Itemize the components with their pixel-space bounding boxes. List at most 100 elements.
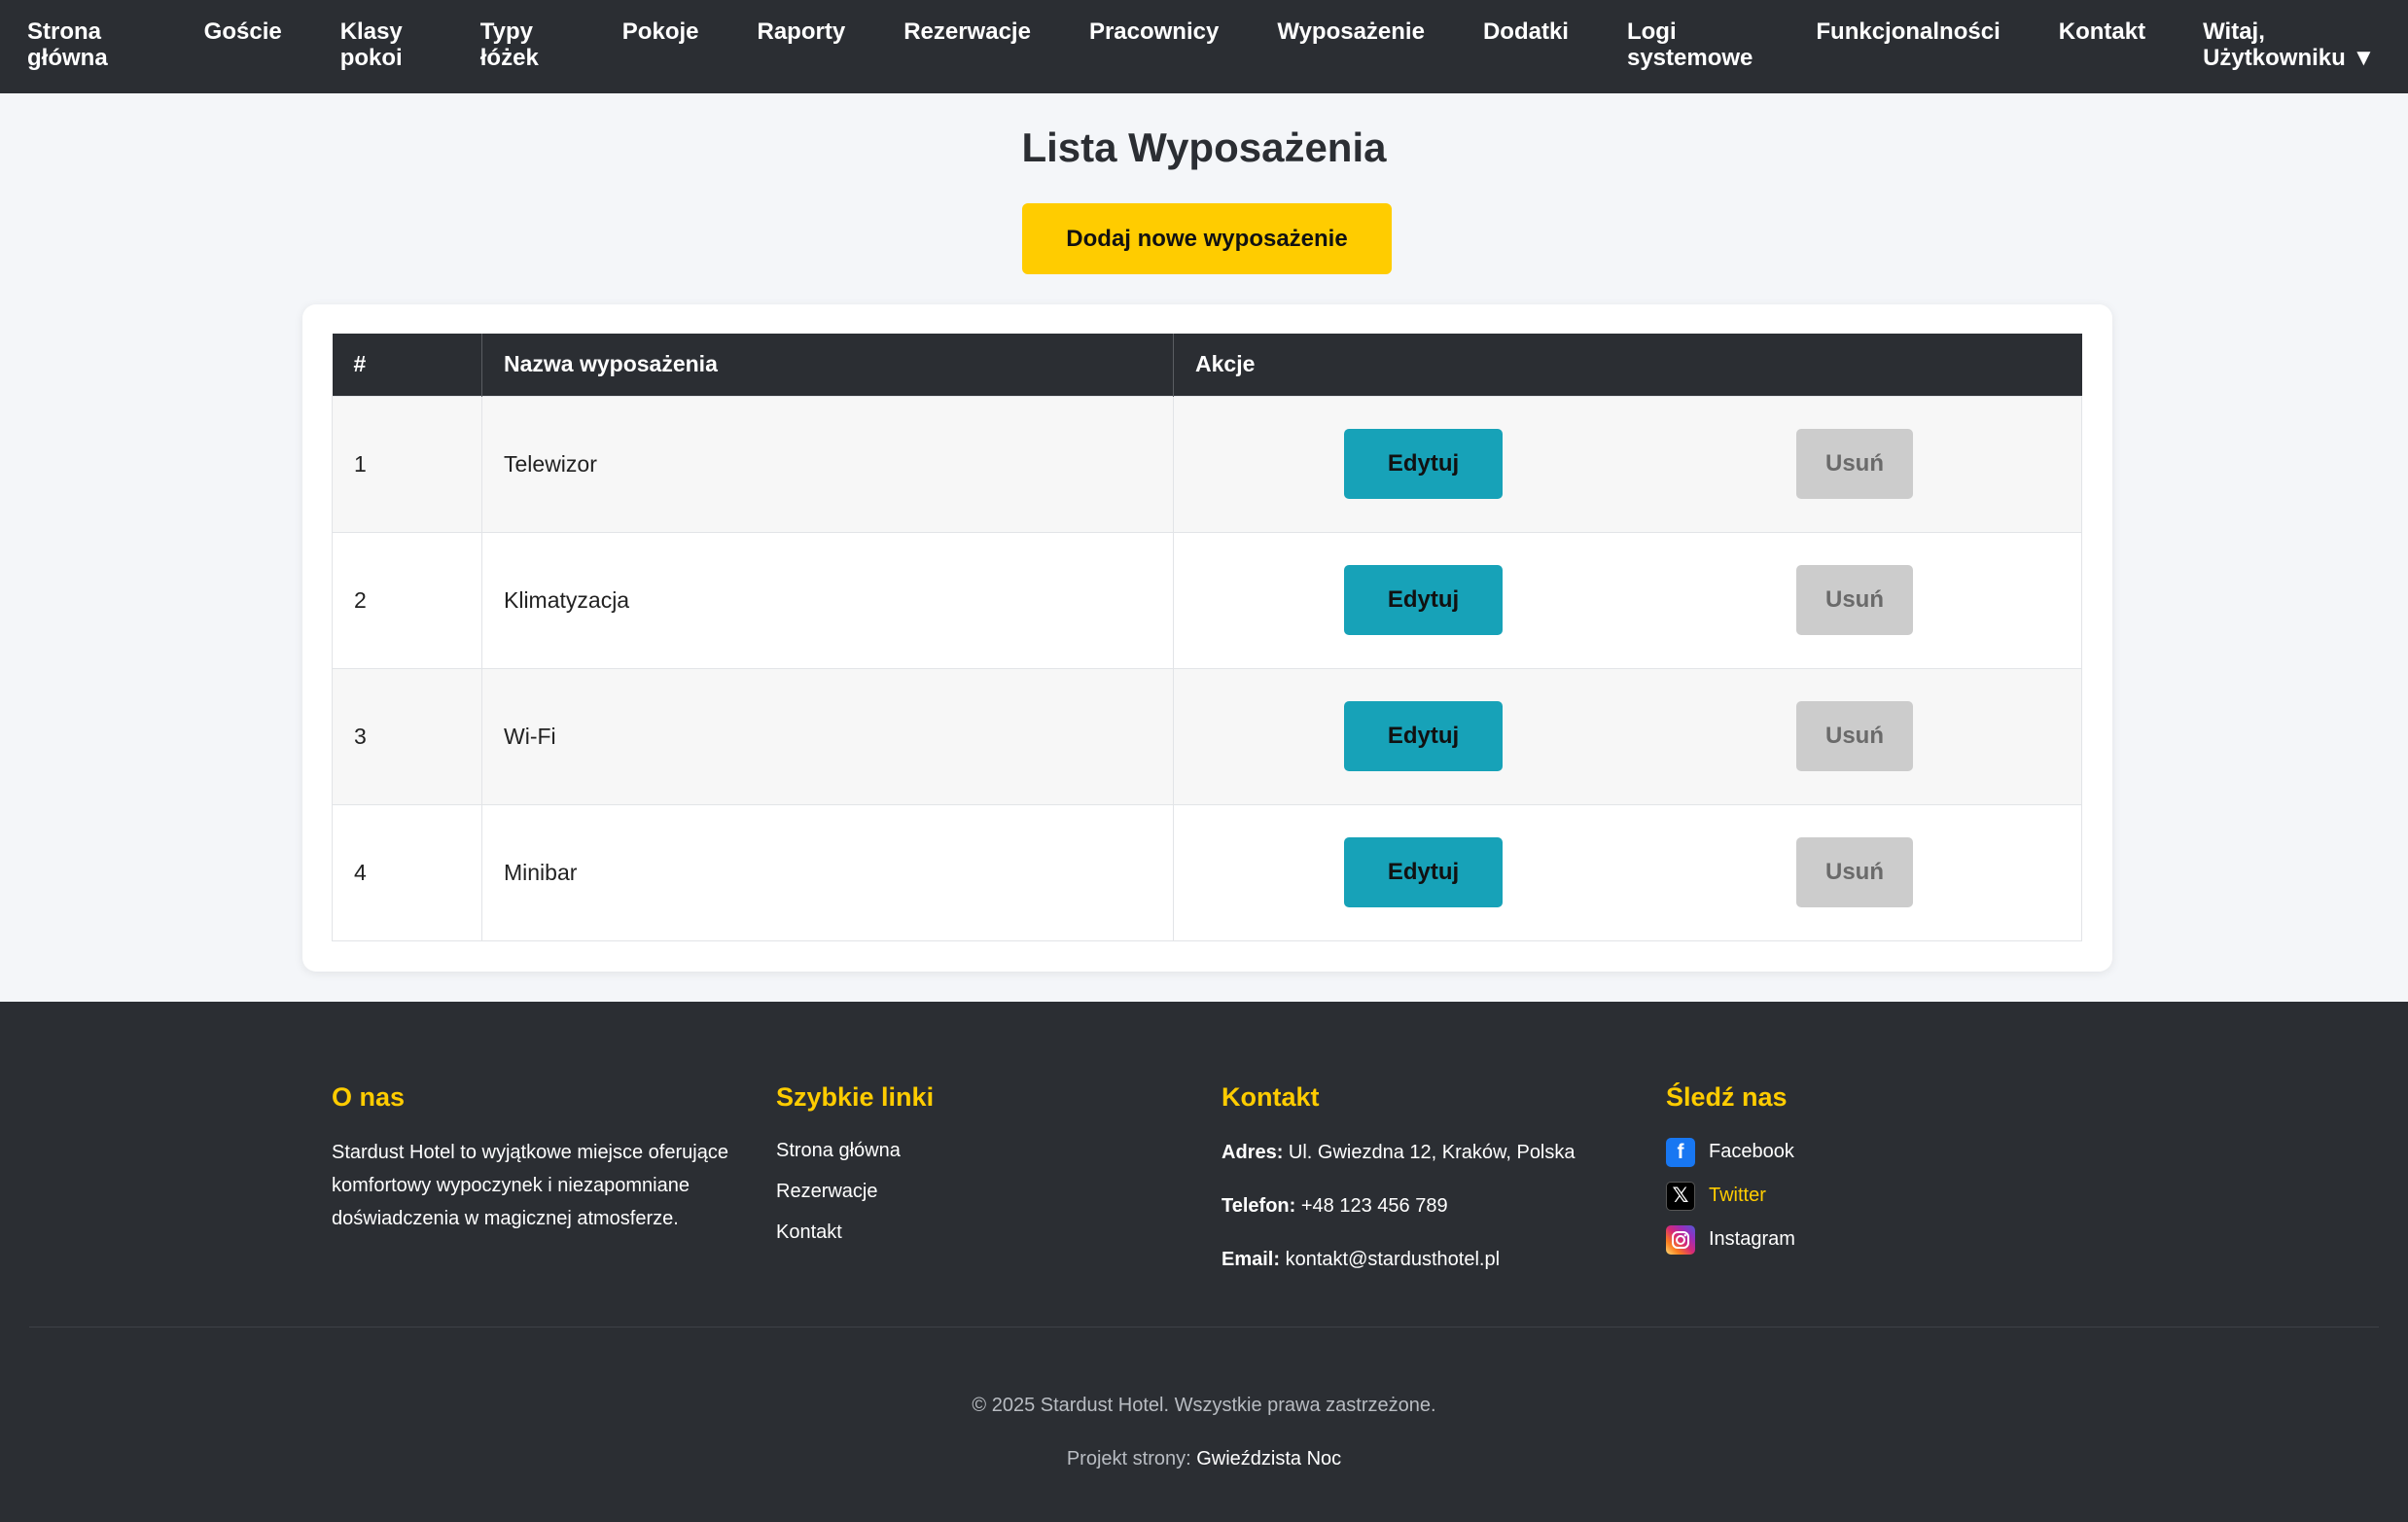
nav-link-system-logs[interactable]: Logi systemowe <box>1627 18 1753 71</box>
equipment-name: Klimatyzacja <box>481 531 1174 669</box>
nav-link-label: Raporty <box>757 18 846 45</box>
instagram-icon <box>1666 1224 1695 1255</box>
equipment-name: Telewizor <box>481 395 1174 533</box>
social-link-twitter[interactable]: 𝕏 Twitter <box>1666 1174 1795 1218</box>
design-credit-label: Projekt strony: <box>1066 1448 1191 1469</box>
social-links: f Facebook 𝕏 Twitter Instagram <box>1666 1130 1795 1261</box>
quick-links-list: Strona główna Rezerwacje Kontakt <box>776 1130 934 1253</box>
nav-link-label: Wyposażenie <box>1277 18 1425 45</box>
footer-copyright: © 2025 Stardust Hotel. Wszystkie prawa z… <box>972 1395 1436 1416</box>
footer-contact: Kontakt Adres: Ul. Gwiezdna 12, Kraków, … <box>1222 1081 1576 1287</box>
contact-email-label: Email: <box>1222 1249 1281 1271</box>
row-actions: Edytuj Usuń <box>1173 531 2082 669</box>
table-header-row: # Nazwa wyposażenia Akcje <box>332 334 2082 396</box>
x-twitter-icon: 𝕏 <box>1666 1181 1695 1211</box>
table-row: 2 Klimatyzacja Edytuj Usuń <box>332 531 2082 669</box>
nav-link-home[interactable]: Strona główna <box>27 18 108 71</box>
delete-button[interactable]: Usuń <box>1796 429 1913 499</box>
nav-link-features[interactable]: Funkcjonalności <box>1816 18 2000 45</box>
table-row: 3 Wi-Fi Edytuj Usuń <box>332 667 2082 805</box>
edit-button[interactable]: Edytuj <box>1344 565 1503 635</box>
row-actions: Edytuj Usuń <box>1173 667 2082 805</box>
contact-details: Adres: Ul. Gwiezdna 12, Kraków, Polska T… <box>1222 1126 1576 1287</box>
contact-address: Adres: Ul. Gwiezdna 12, Kraków, Polska <box>1222 1126 1576 1180</box>
page-title: Lista Wyposażenia <box>1021 124 1387 170</box>
nav-link-guests[interactable]: Goście <box>204 18 282 45</box>
nav-link-label: pokoi <box>339 45 403 71</box>
footer-social: Śledź nas f Facebook 𝕏 Twitter Instagram <box>1666 1081 1795 1261</box>
site-footer: O nas Stardust Hotel to wyjątkowe miejsc… <box>0 1002 2408 1522</box>
nav-link-label: Pracownicy <box>1088 18 1220 45</box>
footer-quick-links-title: Szybkie linki <box>776 1082 935 1112</box>
add-equipment-button[interactable]: Dodaj nowe wyposażenie <box>1022 203 1392 274</box>
footer-contact-title: Kontakt <box>1222 1082 1320 1112</box>
design-credit-link[interactable]: Gwieździsta Noc <box>1196 1448 1341 1469</box>
nav-link-label: systemowe <box>1626 45 1753 71</box>
main-content: Lista Wyposażenia Dodaj nowe wyposażenie… <box>0 93 2408 1002</box>
table-row: 1 Telewizor Edytuj Usuń <box>332 395 2082 533</box>
row-actions: Edytuj Usuń <box>1173 395 2082 533</box>
nav-link-label: Dodatki <box>1482 18 1569 45</box>
nav-link-employees[interactable]: Pracownicy <box>1089 18 1219 45</box>
nav-link-label: łóżek <box>479 45 539 71</box>
user-name-with-caret: Użytkowniku ▼ <box>2203 45 2376 71</box>
top-navbar: Strona główna Goście Klasy pokoi Typy łó… <box>0 0 2408 93</box>
nav-link-bed-types[interactable]: Typy łóżek <box>480 18 539 71</box>
nav-link-reports[interactable]: Raporty <box>758 18 846 45</box>
footer-quick-links: Szybkie linki Strona główna Rezerwacje K… <box>776 1081 934 1253</box>
edit-button[interactable]: Edytuj <box>1344 837 1503 907</box>
column-header-actions: Akcje <box>1173 334 2082 396</box>
delete-button[interactable]: Usuń <box>1796 837 1913 907</box>
contact-email-value: kontakt@stardusthotel.pl <box>1285 1249 1501 1271</box>
footer-about: O nas Stardust Hotel to wyjątkowe miejsc… <box>332 1081 740 1235</box>
social-label: Instagram <box>1709 1228 1795 1251</box>
equipment-name: Wi-Fi <box>481 667 1174 805</box>
nav-link-rooms[interactable]: Pokoje <box>622 18 699 45</box>
footer-about-text: Stardust Hotel to wyjątkowe miejsce ofer… <box>332 1142 728 1230</box>
row-number: 2 <box>332 531 482 669</box>
nav-link-label: Typy <box>479 18 533 45</box>
nav-link-label: Logi <box>1626 18 1677 45</box>
nav-link-label: Kontakt <box>2058 18 2146 45</box>
user-menu-dropdown[interactable]: Witaj, Użytkowniku ▼ <box>2203 18 2375 71</box>
nav-link-label: Strona <box>27 18 102 45</box>
footer-link-home[interactable]: Strona główna <box>776 1130 934 1171</box>
contact-address-label: Adres: <box>1222 1142 1284 1164</box>
nav-link-equipment[interactable]: Wyposażenie <box>1277 18 1425 45</box>
row-number: 3 <box>332 667 482 805</box>
row-number: 1 <box>332 395 482 533</box>
social-link-instagram[interactable]: Instagram <box>1666 1218 1795 1261</box>
footer-social-title: Śledź nas <box>1666 1082 1788 1112</box>
contact-phone-label: Telefon: <box>1222 1195 1296 1218</box>
nav-link-label: Rezerwacje <box>903 18 1031 45</box>
nav-link-room-classes[interactable]: Klasy pokoi <box>340 18 403 71</box>
column-header-name: Nazwa wyposażenia <box>481 334 1174 396</box>
delete-button[interactable]: Usuń <box>1796 565 1913 635</box>
footer-about-title: O nas <box>332 1082 406 1112</box>
delete-button[interactable]: Usuń <box>1796 701 1913 771</box>
contact-phone: Telefon: +48 123 456 789 <box>1222 1180 1576 1233</box>
nav-link-label: Goście <box>203 18 282 45</box>
edit-button[interactable]: Edytuj <box>1344 701 1503 771</box>
table-row: 4 Minibar Edytuj Usuń <box>332 803 2082 941</box>
nav-link-extras[interactable]: Dodatki <box>1483 18 1569 45</box>
facebook-icon: f <box>1666 1137 1695 1167</box>
social-label: Twitter <box>1709 1185 1766 1207</box>
nav-link-contact[interactable]: Kontakt <box>2059 18 2145 45</box>
equipment-name: Minibar <box>481 803 1174 941</box>
footer-link-reservations[interactable]: Rezerwacje <box>776 1171 934 1212</box>
social-label: Facebook <box>1709 1141 1794 1163</box>
column-header-number: # <box>332 334 482 396</box>
contact-address-value: Ul. Gwiezdna 12, Kraków, Polska <box>1288 1142 1576 1164</box>
contact-phone-value: +48 123 456 789 <box>1300 1195 1448 1218</box>
footer-link-contact[interactable]: Kontakt <box>776 1212 934 1253</box>
social-link-facebook[interactable]: f Facebook <box>1666 1130 1795 1174</box>
nav-link-label: Funkcjonalności <box>1816 18 2001 45</box>
contact-email: Email: kontakt@stardusthotel.pl <box>1222 1233 1576 1287</box>
edit-button[interactable]: Edytuj <box>1344 429 1503 499</box>
nav-link-reservations[interactable]: Rezerwacje <box>903 18 1031 45</box>
nav-link-label: Klasy <box>339 18 403 45</box>
row-number: 4 <box>332 803 482 941</box>
user-greeting: Witaj, <box>2203 18 2265 45</box>
equipment-table: # Nazwa wyposażenia Akcje 1 Telewizor Ed… <box>332 334 2082 941</box>
